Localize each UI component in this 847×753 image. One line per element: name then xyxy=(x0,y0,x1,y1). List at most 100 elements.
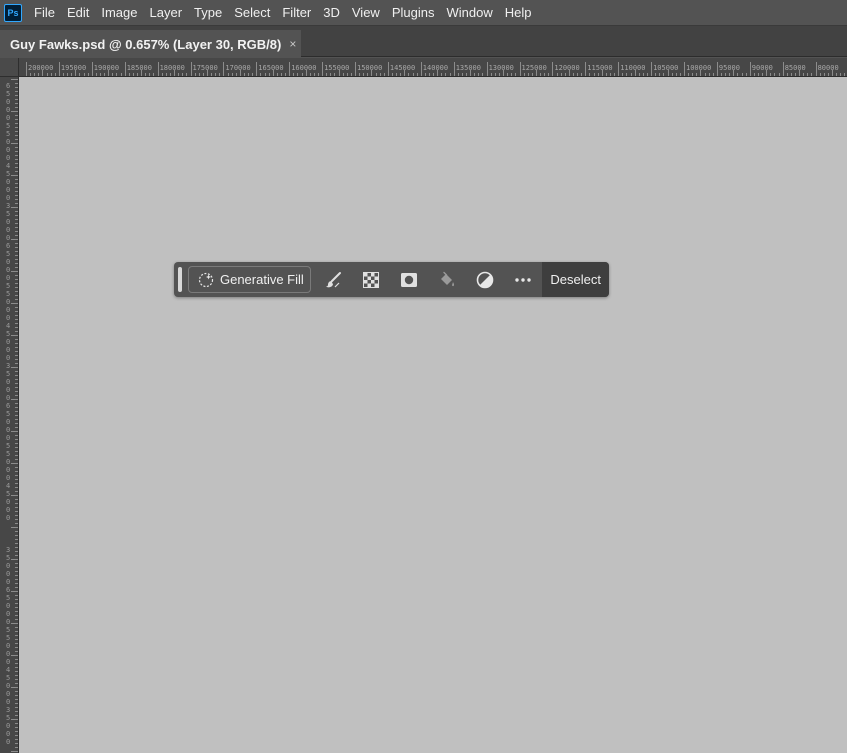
ruler-major-tick xyxy=(387,62,389,76)
ruler-label: 125000 xyxy=(521,64,547,72)
menu-type[interactable]: Type xyxy=(188,0,228,25)
ruler-minor-tick xyxy=(371,70,373,76)
menu-image[interactable]: Image xyxy=(95,0,143,25)
ruler-minor-tick xyxy=(503,70,505,76)
ruler-digit: 0 xyxy=(6,426,11,434)
ruler-digit: 0 xyxy=(6,114,11,122)
ruler-major-tick xyxy=(585,62,587,76)
ruler-digit: 0 xyxy=(6,386,11,394)
ruler-major-tick xyxy=(453,62,455,76)
menu-window[interactable]: Window xyxy=(440,0,498,25)
ruler-digit: 0 xyxy=(6,378,11,386)
ruler-digit: 0 xyxy=(6,570,11,578)
ruler-digit: 3 xyxy=(6,546,11,554)
ruler-label: 200000 xyxy=(28,64,54,72)
menu-edit[interactable]: Edit xyxy=(61,0,95,25)
ruler-digit: 0 xyxy=(6,234,11,242)
ruler-digit: 0 xyxy=(6,466,11,474)
ruler-digit: 0 xyxy=(6,658,11,666)
ruler-label: 160000 xyxy=(291,64,317,72)
ruler-digit: 0 xyxy=(6,338,11,346)
paint-bucket-icon[interactable] xyxy=(428,262,466,297)
document-tab[interactable]: Guy Fawks.psd @ 0.657% (Layer 30, RGB/8)… xyxy=(0,30,301,58)
drag-handle[interactable] xyxy=(178,267,182,292)
menu-3d[interactable]: 3D xyxy=(317,0,346,25)
menu-file[interactable]: File xyxy=(32,0,61,25)
ruler-minor-tick xyxy=(174,70,176,76)
ruler-minor-tick xyxy=(11,207,18,208)
ruler-digit: 6 xyxy=(6,586,11,594)
ruler-digit: 0 xyxy=(6,266,11,274)
photoshop-logo-icon[interactable]: Ps xyxy=(4,3,22,22)
vertical-ruler[interactable]: 6500055000450003500065000550004500035000… xyxy=(0,77,19,753)
ruler-digit: 0 xyxy=(6,690,11,698)
menu-layer[interactable]: Layer xyxy=(144,0,189,25)
adjustment-circle-icon[interactable] xyxy=(466,262,504,297)
horizontal-ruler[interactable]: 200000 195000 190000 185000 180000 175000 1700… xyxy=(19,58,847,77)
ruler-digit: 0 xyxy=(6,610,11,618)
ruler-digit: 0 xyxy=(6,618,11,626)
ruler-minor-tick xyxy=(305,70,307,76)
ruler-minor-tick xyxy=(700,70,702,76)
ruler-digit: 0 xyxy=(6,458,11,466)
ruler-label: 195000 xyxy=(60,64,87,72)
ruler-digit: 6 xyxy=(6,242,11,250)
ruler-digit: 0 xyxy=(6,394,11,402)
ruler-minor-tick xyxy=(11,367,18,368)
ruler-label: 175000 xyxy=(192,64,218,72)
ruler-minor-tick xyxy=(404,70,406,76)
ruler-minor-tick xyxy=(667,70,669,76)
menu-help[interactable]: Help xyxy=(499,0,538,25)
generative-fill-label: Generative Fill xyxy=(219,272,304,287)
menu-filter[interactable]: Filter xyxy=(276,0,317,25)
ruler-corner[interactable] xyxy=(0,58,19,77)
ruler-label: 180000 xyxy=(159,64,185,72)
ruler-digit: 0 xyxy=(6,722,11,730)
ruler-major-tick xyxy=(256,62,258,76)
deselect-button[interactable]: Deselect xyxy=(542,262,610,297)
ruler-digit: 0 xyxy=(6,138,11,146)
ruler-major-tick xyxy=(552,62,554,76)
ruler-label: 165000 xyxy=(258,64,284,72)
ruler-minor-tick xyxy=(11,271,18,272)
ruler-minor-tick xyxy=(272,70,274,76)
ruler-digit: 0 xyxy=(6,146,11,154)
ruler-digit: 5 xyxy=(6,330,11,338)
sparkle-circle-icon xyxy=(198,272,214,287)
brush-selection-icon[interactable] xyxy=(314,262,352,297)
ruler-major-tick xyxy=(420,62,422,76)
ruler-label: 115000 xyxy=(587,64,613,72)
ruler-digit: 5 xyxy=(6,290,11,298)
close-icon[interactable]: × xyxy=(289,37,296,51)
ruler-digit: 4 xyxy=(6,666,11,674)
ruler-digit: 5 xyxy=(6,442,11,450)
generative-fill-button[interactable]: Generative Fill xyxy=(187,266,312,293)
ruler-digit: 5 xyxy=(6,626,11,634)
ruler-minor-tick xyxy=(11,719,18,720)
ruler-major-tick xyxy=(58,62,60,76)
ruler-major-tick xyxy=(519,62,521,76)
ruler-digit: 0 xyxy=(6,578,11,586)
more-options-icon[interactable] xyxy=(504,262,542,297)
ruler-label: 85000 xyxy=(784,64,806,72)
ruler-digit: 5 xyxy=(6,170,11,178)
ruler-major-tick xyxy=(486,62,488,76)
ruler-digit: 5 xyxy=(6,250,11,258)
layer-mask-icon[interactable] xyxy=(390,262,428,297)
menu-view[interactable]: View xyxy=(346,0,386,25)
ruler-minor-tick xyxy=(108,70,110,76)
menu-plugins[interactable]: Plugins xyxy=(386,0,441,25)
ruler-minor-tick xyxy=(11,463,18,464)
checkerboard-transparency-icon[interactable] xyxy=(352,262,390,297)
ruler-digit: 0 xyxy=(6,506,11,514)
ruler-label: 185000 xyxy=(126,64,152,72)
ruler-digit: 4 xyxy=(6,482,11,490)
ruler-digit: 4 xyxy=(6,322,11,330)
canvas[interactable] xyxy=(19,77,847,753)
ruler-major-tick xyxy=(782,62,784,76)
ruler-minor-tick xyxy=(470,70,472,76)
ruler-label: 80000 xyxy=(817,64,839,72)
menu-select[interactable]: Select xyxy=(228,0,276,25)
ruler-digit: 0 xyxy=(6,418,11,426)
ruler-digit: 0 xyxy=(6,562,11,570)
